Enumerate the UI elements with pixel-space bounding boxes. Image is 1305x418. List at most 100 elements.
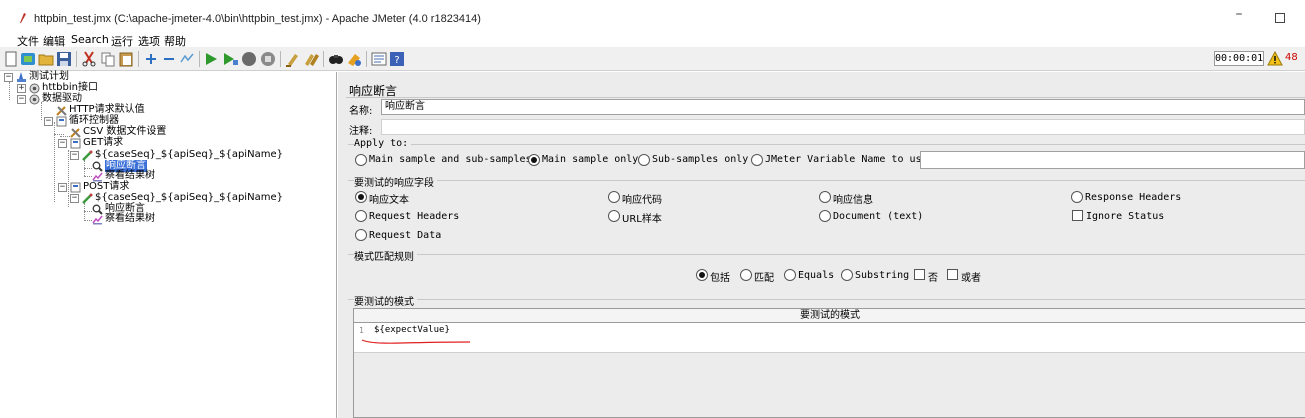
save-icon[interactable]	[56, 51, 72, 67]
sampler-icon	[82, 193, 93, 204]
rule-equals-label: Equals	[798, 270, 835, 281]
shutdown-icon[interactable]	[260, 51, 276, 67]
apply-main-and-sub-radio[interactable]	[355, 154, 367, 166]
cut-icon[interactable]	[81, 51, 97, 67]
rule-not-checkbox[interactable]	[914, 269, 925, 280]
field-request-data-radio[interactable]	[355, 229, 367, 241]
menu-search[interactable]: Search	[71, 33, 109, 46]
config-icon	[70, 128, 81, 138]
field-document-radio[interactable]	[819, 210, 831, 222]
copy-icon[interactable]	[100, 51, 116, 67]
apply-jmeter-variable-label: JMeter Variable Name to use	[765, 154, 928, 165]
reset-search-icon[interactable]	[346, 51, 362, 67]
search-icon[interactable]	[328, 51, 344, 67]
table-row[interactable]: 1 ${expectValue}	[354, 323, 1305, 353]
field-url-sample-radio[interactable]	[608, 210, 620, 222]
field-response-code-label: 响应代码	[622, 195, 662, 206]
clear-icon[interactable]	[285, 51, 301, 67]
collapse-toggle-icon[interactable]: −	[44, 117, 53, 126]
field-response-headers-radio[interactable]	[1071, 191, 1083, 203]
rule-or-label: 或者	[961, 273, 981, 284]
rule-contains-radio[interactable]	[696, 269, 708, 281]
test-plan-tree: − 测试计划 + httbbin接口 − 数据驱动 HTTP请求默认值 − 循环…	[0, 71, 337, 418]
collapse-toggle-icon[interactable]: −	[58, 183, 67, 192]
thread-group-icon	[29, 83, 40, 94]
collapse-toggle-icon[interactable]: −	[70, 194, 79, 203]
rule-equals-radio[interactable]	[784, 269, 796, 281]
collapse-toggle-icon[interactable]: −	[17, 95, 26, 104]
open-icon[interactable]	[38, 51, 54, 67]
apply-jmeter-variable-radio[interactable]	[751, 154, 763, 166]
function-helper-icon[interactable]	[371, 51, 387, 67]
name-label: 名称:	[349, 106, 373, 117]
toolbar: ? 00:00:01 48	[0, 47, 1305, 71]
field-request-headers-radio[interactable]	[355, 210, 367, 222]
collapse-toggle-icon[interactable]: −	[70, 151, 79, 160]
expand-toggle-icon[interactable]: +	[17, 84, 26, 93]
new-icon[interactable]	[3, 51, 19, 67]
maximize-button[interactable]	[1275, 13, 1285, 23]
patterns-to-test-title: 要测试的模式	[354, 293, 417, 308]
rule-contains-label: 包括	[710, 273, 730, 284]
start-icon[interactable]	[203, 51, 219, 67]
elapsed-timer: 00:00:01	[1214, 51, 1264, 66]
rule-substring-label: Substring	[855, 270, 910, 281]
field-response-message-label: 响应信息	[833, 195, 873, 206]
svg-text:?: ?	[394, 55, 399, 66]
controller-icon	[70, 182, 81, 193]
test-plan-icon	[17, 72, 26, 82]
comment-field[interactable]	[381, 119, 1305, 135]
collapse-toggle-icon[interactable]: −	[58, 139, 67, 148]
window-title: httpbin_test.jmx (C:\apache-jmeter-4.0\b…	[34, 13, 481, 25]
rule-not-label: 否	[928, 273, 938, 284]
templates-icon[interactable]	[20, 51, 36, 67]
start-no-pause-icon[interactable]	[222, 51, 238, 67]
controller-icon	[56, 116, 67, 127]
collapse-toggle-icon[interactable]: −	[4, 73, 13, 82]
thread-group-icon	[29, 94, 40, 105]
warning-count[interactable]: 48	[1285, 52, 1298, 63]
red-underline-annotation	[361, 339, 471, 344]
sampler-icon	[82, 150, 93, 161]
field-request-headers-label: Request Headers	[369, 211, 460, 222]
clear-all-icon[interactable]	[303, 51, 319, 67]
minimize-button[interactable]: –	[1232, 7, 1246, 22]
jmeter-variable-name-input[interactable]	[920, 151, 1305, 169]
apply-main-only-radio[interactable]	[528, 154, 540, 166]
name-field[interactable]: 响应断言	[381, 99, 1305, 115]
field-response-headers-label: Response Headers	[1085, 192, 1182, 203]
patterns-column-header: 要测试的模式	[354, 309, 1305, 323]
field-response-text-radio[interactable]	[355, 191, 367, 203]
rule-or-checkbox[interactable]	[947, 269, 958, 280]
toggle-icon[interactable]	[179, 51, 195, 67]
config-icon	[56, 106, 67, 116]
pattern-matching-rules-title: 模式匹配规则	[354, 248, 417, 263]
warning-icon[interactable]	[1267, 51, 1283, 66]
apply-main-only-label: Main sample only	[542, 154, 639, 165]
help-icon[interactable]: ?	[389, 51, 405, 67]
rule-substring-radio[interactable]	[841, 269, 853, 281]
comment-label: 注释:	[349, 126, 373, 137]
ignore-status-label: Ignore Status	[1086, 211, 1165, 222]
stop-icon[interactable]	[241, 51, 257, 67]
pattern-value[interactable]: ${expectValue}	[374, 325, 450, 335]
apply-main-and-sub-label: Main sample and sub-samples	[369, 154, 532, 165]
expand-icon[interactable]	[143, 51, 159, 67]
field-response-code-radio[interactable]	[608, 191, 620, 203]
line-number: 1	[359, 326, 364, 335]
patterns-table: 要测试的模式 1 ${expectValue}	[353, 308, 1305, 418]
rule-matches-label: 匹配	[754, 273, 774, 284]
field-request-data-label: Request Data	[369, 230, 442, 241]
apply-sub-only-label: Sub-samples only	[652, 154, 749, 165]
title-bar: httpbin_test.jmx (C:\apache-jmeter-4.0\b…	[0, 0, 1305, 30]
rule-matches-radio[interactable]	[740, 269, 752, 281]
apply-sub-only-radio[interactable]	[638, 154, 650, 166]
ignore-status-checkbox[interactable]	[1072, 210, 1083, 221]
field-document-label: Document (text)	[833, 211, 924, 222]
apply-to-title: Apply to:	[354, 138, 412, 149]
tree-node-label: GET请求	[83, 137, 124, 148]
field-response-message-radio[interactable]	[819, 191, 831, 203]
collapse-icon[interactable]	[161, 51, 177, 67]
field-to-test-title: 要测试的响应字段	[354, 174, 437, 189]
paste-icon[interactable]	[118, 51, 134, 67]
